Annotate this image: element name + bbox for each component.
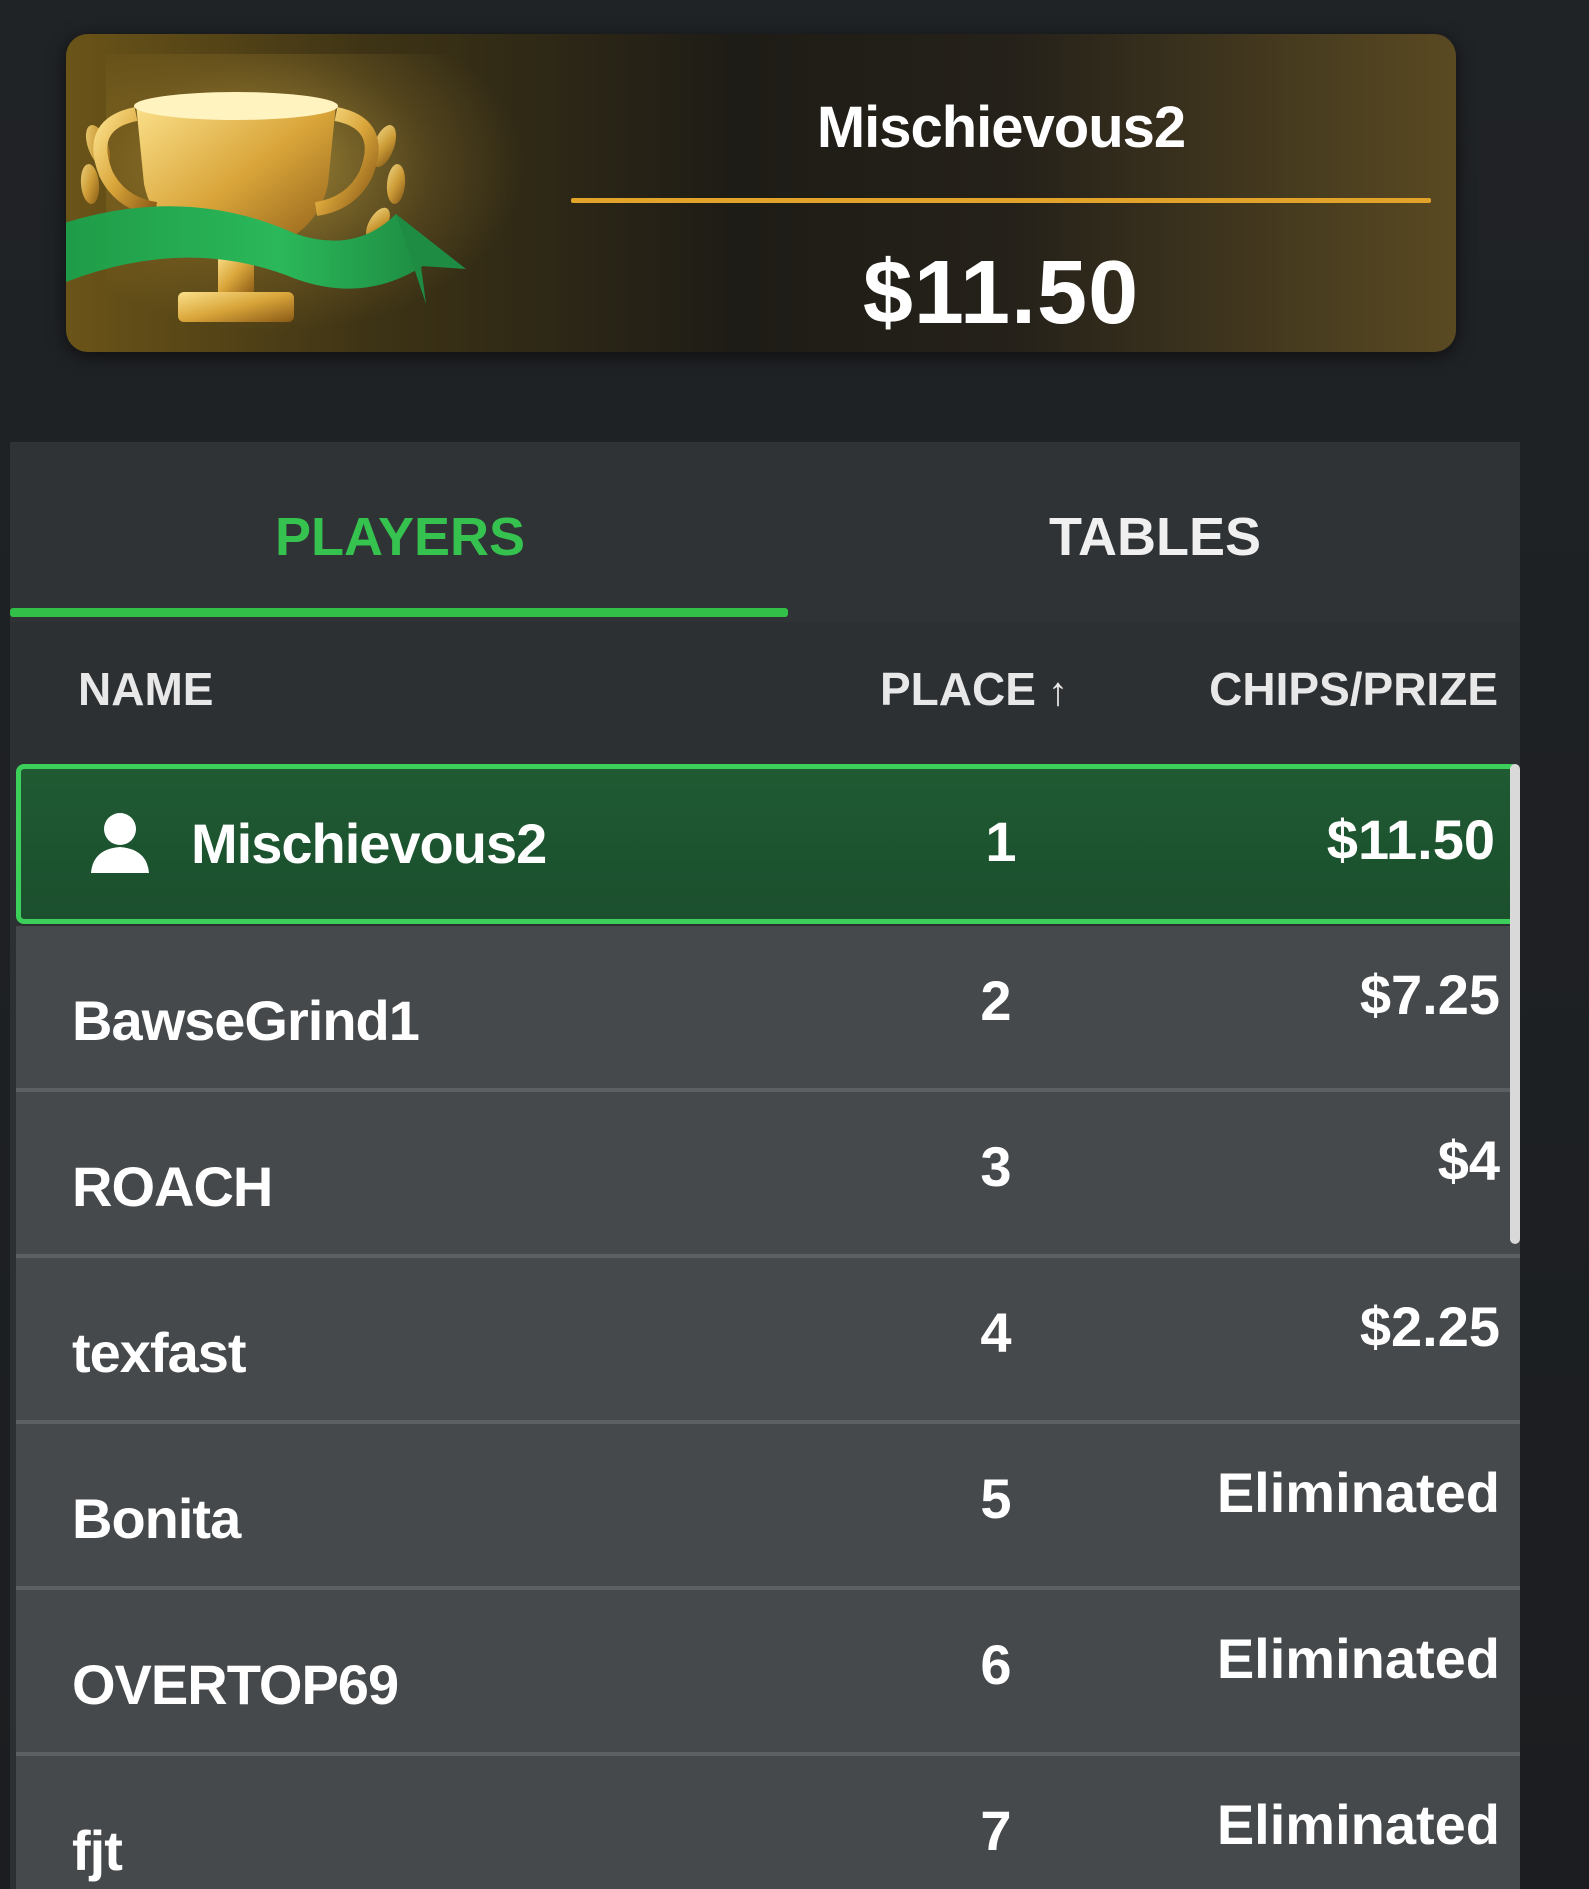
winner-amount: $11.50 (862, 243, 1140, 343)
sort-ascending-icon: ↑ (1047, 670, 1068, 714)
player-place: 2 (980, 969, 1012, 1032)
column-header-chips-prize[interactable]: CHIPS/PRIZE (1209, 662, 1498, 716)
player-name: OVERTOP69 (72, 1653, 399, 1716)
player-name: Mischievous2 (191, 812, 547, 875)
results-panel: PLAYERS TABLES NAME PLACE ↑ CHIPS/PRIZE M… (10, 442, 1520, 1889)
player-name: BawseGrind1 (72, 989, 420, 1052)
tab-players[interactable]: PLAYERS (10, 492, 790, 582)
player-prize: Eliminated (1216, 1793, 1500, 1856)
player-place: 7 (980, 1799, 1012, 1862)
player-name: Bonita (72, 1487, 241, 1550)
table-row[interactable]: fjt 7 Eliminated (16, 1756, 1520, 1889)
player-name: fjt (72, 1819, 123, 1882)
player-prize: $2.25 (1359, 1295, 1500, 1358)
active-tab-indicator (10, 608, 788, 617)
column-header-place-label: PLACE (880, 663, 1036, 715)
player-place: 5 (980, 1467, 1012, 1530)
player-place: 1 (985, 810, 1017, 873)
player-prize: $7.25 (1359, 963, 1500, 1026)
table-row-current-user[interactable]: Mischievous2 1 $11.50 (16, 764, 1520, 924)
tab-tables[interactable]: TABLES (790, 492, 1520, 582)
player-prize: $4 (1437, 1129, 1500, 1192)
table-row[interactable]: ROACH 3 $4 (16, 1092, 1520, 1258)
scrollbar[interactable] (1510, 764, 1520, 1244)
tournament-results-screen: Mischievous2 $11.50 PLAYERS TABLES NAME … (0, 0, 1589, 1889)
trophy-icon (66, 92, 466, 322)
tab-bar: PLAYERS TABLES (10, 442, 1520, 622)
player-prize: Eliminated (1216, 1461, 1500, 1524)
winner-divider (571, 198, 1431, 203)
player-prize: Eliminated (1216, 1627, 1500, 1690)
column-header-place[interactable]: PLACE ↑ (880, 662, 1068, 716)
player-name: texfast (72, 1321, 247, 1384)
player-place: 4 (980, 1301, 1012, 1364)
user-icon (91, 813, 149, 873)
player-name: ROACH (72, 1155, 273, 1218)
player-prize: $11.50 (1326, 808, 1495, 871)
column-header-name[interactable]: NAME (78, 662, 213, 716)
players-list: Mischievous2 1 $11.50 BawseGrind1 2 $7.2… (16, 764, 1520, 1889)
table-row[interactable]: BawseGrind1 2 $7.25 (16, 926, 1520, 1092)
table-row[interactable]: OVERTOP69 6 Eliminated (16, 1590, 1520, 1756)
player-place: 3 (980, 1135, 1012, 1198)
winner-name: Mischievous2 (816, 95, 1186, 160)
winner-banner: Mischievous2 $11.50 (66, 34, 1456, 352)
table-row[interactable]: texfast 4 $2.25 (16, 1258, 1520, 1424)
column-headers: NAME PLACE ↑ CHIPS/PRIZE (10, 632, 1520, 762)
player-place: 6 (980, 1633, 1012, 1696)
table-row[interactable]: Bonita 5 Eliminated (16, 1424, 1520, 1590)
